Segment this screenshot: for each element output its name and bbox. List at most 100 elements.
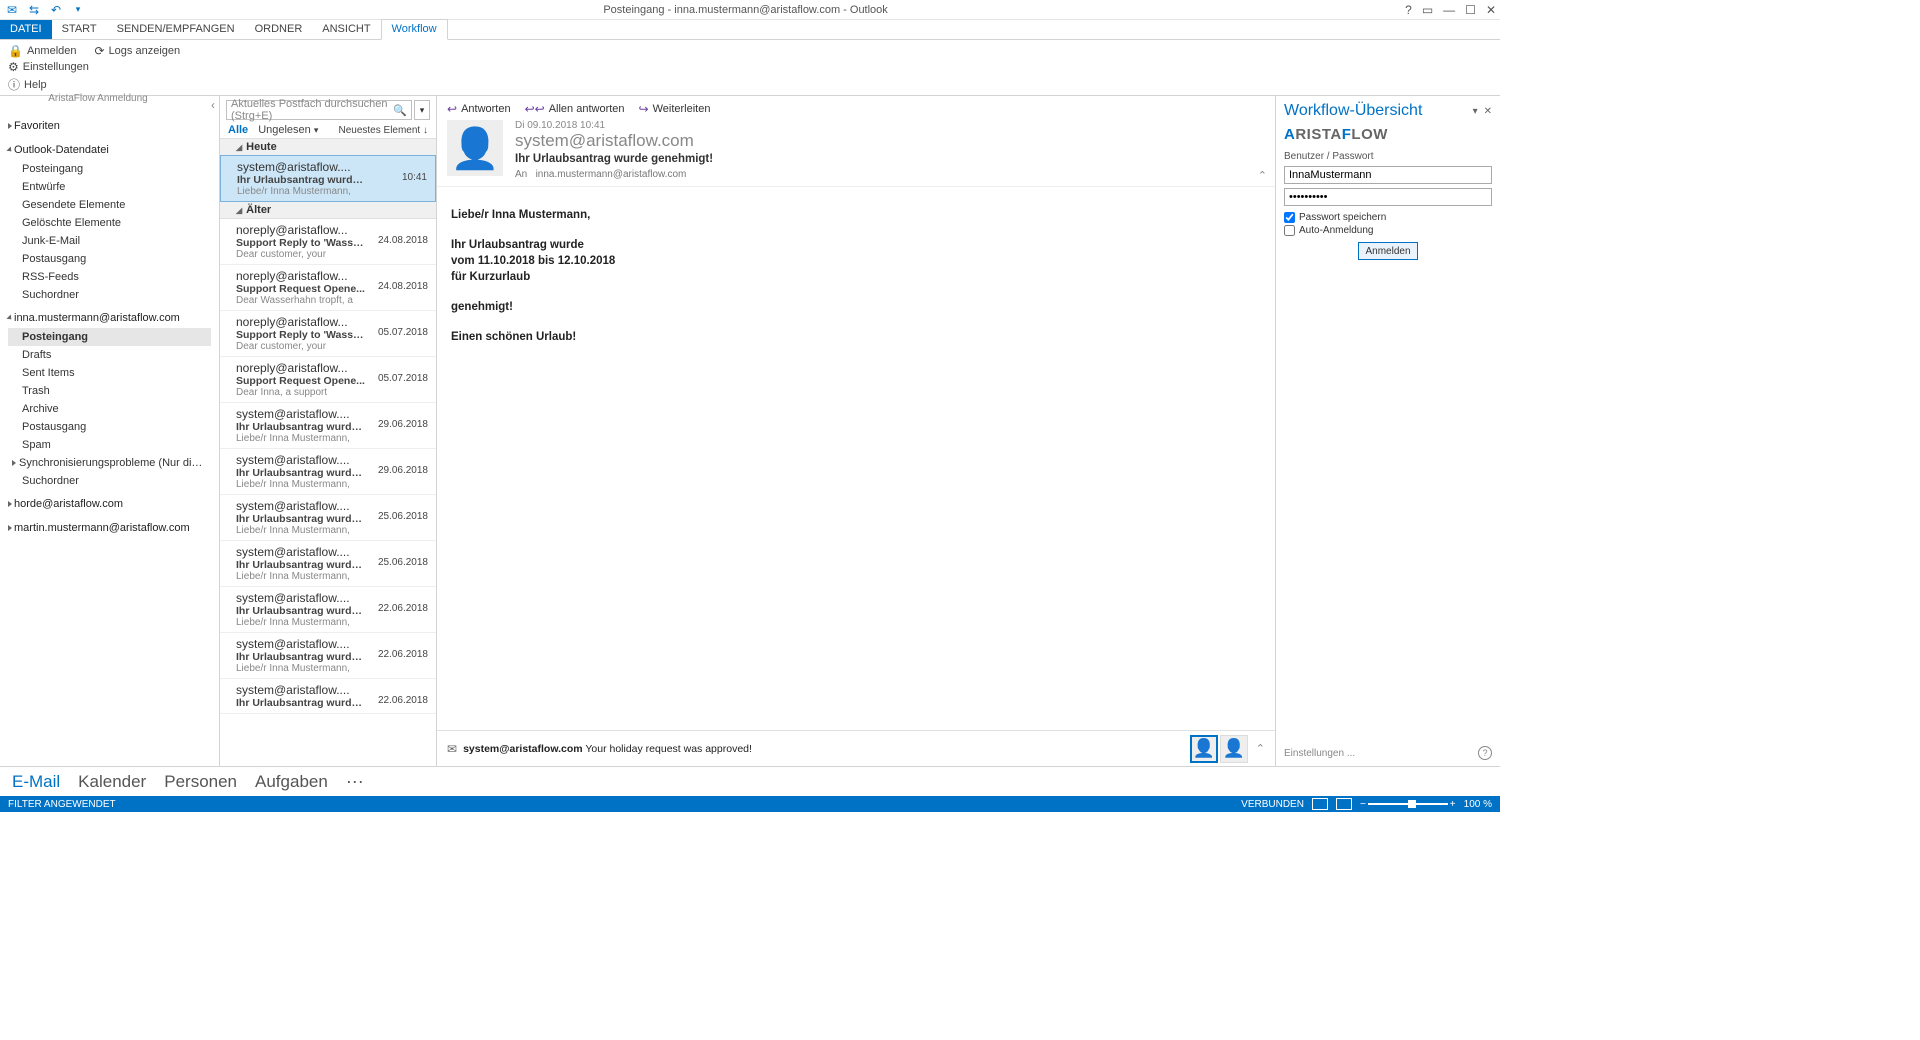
filter-unread[interactable]: Ungelesen ▾: [258, 124, 318, 136]
nav-folder[interactable]: Gelöschte Elemente: [8, 214, 211, 232]
password-input[interactable]: [1284, 188, 1492, 206]
help-icon[interactable]: ?: [1405, 3, 1412, 17]
nav-folder[interactable]: Posteingang: [8, 160, 211, 178]
nav-folder[interactable]: Junk-E-Mail: [8, 232, 211, 250]
nav-folder[interactable]: Postausgang: [8, 250, 211, 268]
collapse-header-icon[interactable]: ⌃: [1258, 169, 1267, 182]
zoom-out-icon[interactable]: −: [1360, 799, 1366, 810]
message-item[interactable]: system@aristaflow....Ihr Urlaubsantrag w…: [220, 679, 436, 714]
nav-account-horde[interactable]: horde@aristaflow.com: [8, 494, 211, 514]
nav-folder[interactable]: Suchordner: [8, 472, 211, 490]
nav-folder[interactable]: Archive: [8, 400, 211, 418]
ribbon-tabs: DATEI START SENDEN/EMPFANGEN ORDNER ANSI…: [0, 20, 1500, 40]
nav-favorites[interactable]: Favoriten: [8, 116, 211, 136]
avatar-thumbnail[interactable]: 👤: [1220, 735, 1248, 763]
message-item[interactable]: system@aristaflow....Ihr Urlaubsantrag w…: [220, 495, 436, 541]
msg-subject: Ihr Urlaubsantrag wurde ...: [236, 513, 366, 525]
panel-settings-link[interactable]: Einstellungen ...: [1284, 748, 1355, 759]
login-button[interactable]: Anmelden: [1358, 242, 1418, 260]
nav-folder[interactable]: Synchronisierungsprobleme (Nur dieser Co…: [8, 454, 211, 472]
message-item[interactable]: system@aristaflow....Ihr Urlaubsantrag w…: [220, 587, 436, 633]
qat-undo-icon[interactable]: ↶: [48, 2, 64, 18]
message-list[interactable]: Heutesystem@aristaflow....Ihr Urlaubsant…: [220, 138, 436, 766]
message-item[interactable]: noreply@aristaflow...Support Reply to 'W…: [220, 311, 436, 357]
ribbon-settings-button[interactable]: ⚙Einstellungen: [8, 60, 89, 74]
search-icon[interactable]: 🔍: [393, 104, 407, 117]
auto-login-checkbox[interactable]: Auto-Anmeldung: [1284, 225, 1492, 236]
module-tasks[interactable]: Aufgaben: [255, 772, 328, 792]
ribbon-logs-button[interactable]: ⟳Logs anzeigen: [95, 44, 181, 58]
message-item[interactable]: system@aristaflow....Ihr Urlaubsantrag w…: [220, 633, 436, 679]
sort-dropdown[interactable]: Neuestes Element ↓: [339, 125, 429, 136]
msg-subject: Ihr Urlaubsantrag wurde ...: [236, 651, 366, 663]
module-people[interactable]: Personen: [164, 772, 237, 792]
close-button[interactable]: ✕: [1486, 3, 1496, 17]
zoom-in-icon[interactable]: +: [1450, 799, 1456, 810]
ribbon-display-icon[interactable]: ▭: [1422, 3, 1433, 17]
save-password-checkbox[interactable]: Passwort speichern: [1284, 212, 1492, 223]
panel-help-icon[interactable]: ?: [1478, 746, 1492, 760]
list-group-header[interactable]: Heute: [220, 138, 436, 156]
search-scope-dropdown[interactable]: ▾: [414, 100, 430, 120]
maximize-button[interactable]: ☐: [1465, 3, 1476, 17]
help-circle-icon: ⓘ: [8, 76, 20, 93]
module-bar: E-Mail Kalender Personen Aufgaben ···: [0, 766, 1500, 796]
triangle-icon: [8, 123, 12, 129]
nav-account-inna[interactable]: inna.mustermann@aristaflow.com: [8, 308, 211, 328]
nav-folder[interactable]: Posteingang: [8, 328, 211, 346]
minimize-button[interactable]: —: [1443, 3, 1455, 17]
nav-folder[interactable]: Drafts: [8, 346, 211, 364]
tab-workflow[interactable]: Workflow: [381, 19, 448, 40]
zoom-slider[interactable]: − +: [1360, 799, 1456, 810]
msg-preview: Dear Inna, a support: [236, 387, 428, 398]
tab-datei[interactable]: DATEI: [0, 20, 52, 39]
nav-folder[interactable]: Suchordner: [8, 286, 211, 304]
avatar-thumbnail[interactable]: 👤: [1190, 735, 1218, 763]
nav-folder[interactable]: Trash: [8, 382, 211, 400]
nav-folder[interactable]: Entwürfe: [8, 178, 211, 196]
list-group-header[interactable]: Älter: [220, 201, 436, 219]
nav-account-martin[interactable]: martin.mustermann@aristaflow.com: [8, 518, 211, 538]
message-item[interactable]: noreply@aristaflow...Support Request Ope…: [220, 265, 436, 311]
reply-button[interactable]: ↩Antworten: [447, 102, 511, 116]
tab-ordner[interactable]: ORDNER: [245, 20, 313, 39]
search-input[interactable]: Aktuelles Postfach durchsuchen (Strg+E) …: [226, 100, 412, 120]
ribbon-help-button[interactable]: ⓘHelp: [8, 76, 47, 93]
reply-all-button[interactable]: ↩↩Allen antworten: [525, 102, 625, 116]
qat-send-receive-icon[interactable]: ⇆: [26, 2, 42, 18]
tab-senden-empfangen[interactable]: SENDEN/EMPFANGEN: [107, 20, 245, 39]
people-pane-expand-icon[interactable]: ⌃: [1256, 742, 1265, 755]
forward-button[interactable]: ↪Weiterleiten: [639, 102, 711, 116]
outlook-app-icon: ✉: [4, 2, 20, 18]
msg-date: 25.06.2018: [378, 511, 428, 522]
view-normal-button[interactable]: [1312, 798, 1328, 810]
nav-folder[interactable]: Spam: [8, 436, 211, 454]
qat-customize-icon[interactable]: ▾: [70, 2, 86, 18]
panel-menu-icon[interactable]: ▾: [1473, 106, 1478, 117]
message-item[interactable]: system@aristaflow....Ihr Urlaubsantrag w…: [220, 155, 436, 202]
module-mail[interactable]: E-Mail: [12, 772, 60, 792]
filter-all[interactable]: Alle: [228, 124, 248, 136]
tab-ansicht[interactable]: ANSICHT: [312, 20, 380, 39]
nav-folder[interactable]: RSS-Feeds: [8, 268, 211, 286]
message-item[interactable]: system@aristaflow....Ihr Urlaubsantrag w…: [220, 403, 436, 449]
message-item[interactable]: noreply@aristaflow...Support Reply to 'W…: [220, 219, 436, 265]
window-title: Posteingang - inna.mustermann@aristaflow…: [86, 4, 1405, 16]
nav-pane: ‹ Favoriten Outlook-Datendatei Posteinga…: [0, 96, 220, 766]
ribbon-login-button[interactable]: 🔒Anmelden: [8, 44, 77, 58]
tab-start[interactable]: START: [52, 20, 107, 39]
message-item[interactable]: system@aristaflow....Ihr Urlaubsantrag w…: [220, 449, 436, 495]
module-calendar[interactable]: Kalender: [78, 772, 146, 792]
username-input[interactable]: [1284, 166, 1492, 184]
nav-outlook-datafile[interactable]: Outlook-Datendatei: [8, 140, 211, 160]
nav-folder[interactable]: Postausgang: [8, 418, 211, 436]
message-item[interactable]: noreply@aristaflow...Support Request Ope…: [220, 357, 436, 403]
panel-close-icon[interactable]: ✕: [1484, 106, 1492, 117]
module-more[interactable]: ···: [346, 771, 364, 792]
nav-collapse-icon[interactable]: ‹: [211, 98, 215, 112]
nav-folder[interactable]: Sent Items: [8, 364, 211, 382]
view-reading-button[interactable]: [1336, 798, 1352, 810]
message-item[interactable]: system@aristaflow....Ihr Urlaubsantrag w…: [220, 541, 436, 587]
nav-folder[interactable]: Gesendete Elemente: [8, 196, 211, 214]
reply-icon: ↩: [447, 102, 457, 116]
